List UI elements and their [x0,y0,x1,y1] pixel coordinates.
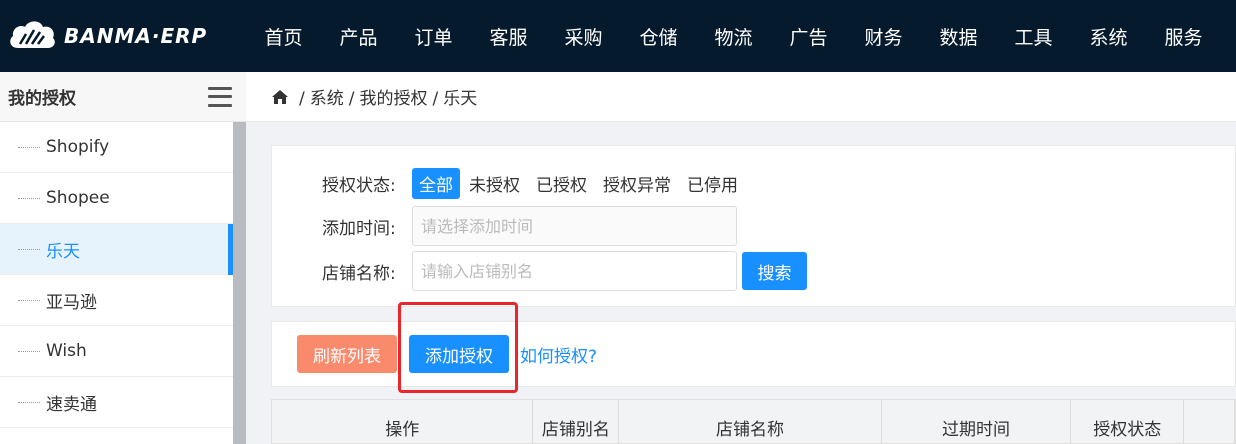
filter-panel: 授权状态: 全部未授权已授权授权异常已停用 添加时间: 店铺名称: 搜索 [271,145,1236,307]
nav-item-2[interactable]: 订单 [396,23,471,50]
shop-name-input[interactable] [412,251,737,291]
status-option[interactable]: 未授权 [462,168,527,199]
breadcrumb-separator: / [432,89,439,109]
nav-item-3[interactable]: 客服 [471,23,546,50]
sidebar-item[interactable]: 亚马逊 [0,275,233,326]
nav-item-1[interactable]: 产品 [321,23,396,50]
sidebar: 我的授权 Shopify Shopee 乐天亚马逊 Wish 速卖通 [0,72,246,444]
top-navbar: BANMA·ERP 首页 产品 订单 客服 采购 仓储 物流 广告 财务 数据 工具 系统 服务 [0,0,1236,72]
tree-connector [18,146,40,148]
nav-item-10[interactable]: 工具 [996,23,1071,50]
sidebar-item[interactable]: 乐天 [0,224,233,275]
time-filter-label: 添加时间: [322,218,396,239]
column-header: 授权状态 [1071,400,1185,444]
nav-item-7[interactable]: 广告 [771,23,846,50]
refresh-list-button[interactable]: 刷新列表 [297,335,397,373]
tree-connector [18,197,40,199]
nav-item-4[interactable]: 采购 [546,23,621,50]
sidebar-item-label: Shopee [46,188,110,208]
tree-connector [18,248,40,250]
status-filter-row: 授权状态: 全部 未授权 已授权 授权异常 已停用 [322,168,747,199]
status-option[interactable]: 已停用 [680,168,745,199]
sidebar-item-label: Shopify [46,137,110,157]
highlight-box [398,302,518,393]
status-option[interactable]: 授权异常 [596,168,678,199]
nav-item-11[interactable]: 系统 [1071,23,1146,50]
time-filter-row: 添加时间: [322,206,737,246]
breadcrumb-item: 乐天 [443,89,478,109]
sidebar-item-label: 乐天 [46,241,80,262]
sidebar-item[interactable]: Shopify [0,122,233,173]
sidebar-list: Shopify Shopee 乐天亚马逊 Wish 速卖通 [0,122,233,428]
breadcrumb-separator: / [348,89,355,109]
nav-item-0[interactable]: 首页 [246,23,321,50]
home-icon[interactable] [272,89,288,104]
sidebar-scrollbar[interactable] [233,122,246,444]
nav-item-12[interactable]: 服务 [1146,23,1221,50]
table-header: 操作 店铺别名 店铺名称 过期时间 授权状态 [271,399,1236,444]
column-header: 店铺名称 [619,400,882,444]
sidebar-item[interactable]: Shopee [0,173,233,224]
shop-filter-row: 店铺名称: 搜索 [322,251,807,291]
sidebar-item-label: 速卖通 [46,394,97,415]
sidebar-item[interactable]: 速卖通 [0,377,233,428]
nav-item-9[interactable]: 数据 [921,23,996,50]
status-filter-label: 授权状态: [322,176,396,196]
status-option[interactable]: 全部 [412,168,460,199]
main-menu: 首页 产品 订单 客服 采购 仓储 物流 广告 财务 数据 工具 系统 服务 [246,0,1221,72]
nav-item-8[interactable]: 财务 [846,23,921,50]
brand-name: BANMA·ERP [64,24,208,48]
status-options: 全部 未授权 已授权 授权异常 已停用 [412,168,747,199]
tree-connector [18,299,40,301]
column-header: 过期时间 [882,400,1072,444]
breadcrumb: / 系统 / 我的授权 / 乐天 [246,72,1236,122]
column-header [1184,400,1235,444]
status-option[interactable]: 已授权 [529,168,594,199]
breadcrumb-item[interactable]: 系统 [310,89,344,109]
date-range-input[interactable] [412,206,737,246]
nav-item-6[interactable]: 物流 [696,23,771,50]
sidebar-item-label: Wish [46,341,87,361]
hamburger-menu-icon[interactable] [208,86,232,107]
nav-item-5[interactable]: 仓储 [621,23,696,50]
brand-logo[interactable]: BANMA·ERP [0,0,246,72]
breadcrumb-separator: / [299,89,305,109]
tree-connector [18,401,40,403]
sidebar-header: 我的授权 [0,72,246,122]
search-button[interactable]: 搜索 [742,252,807,290]
how-to-authorize-link[interactable]: 如何授权? [520,342,597,367]
column-header: 店铺别名 [533,400,620,444]
sidebar-item[interactable]: Wish [0,326,233,377]
tree-connector [18,350,40,352]
breadcrumb-item[interactable]: 我的授权 [359,89,427,109]
cloud-logo-icon [10,21,55,48]
sidebar-item-label: 亚马逊 [46,292,97,313]
breadcrumb-trail: / 系统 / 我的授权 / 乐天 [294,84,477,109]
sidebar-title: 我的授权 [8,89,76,109]
column-header: 操作 [272,400,534,444]
shop-filter-label: 店铺名称: [322,263,396,284]
